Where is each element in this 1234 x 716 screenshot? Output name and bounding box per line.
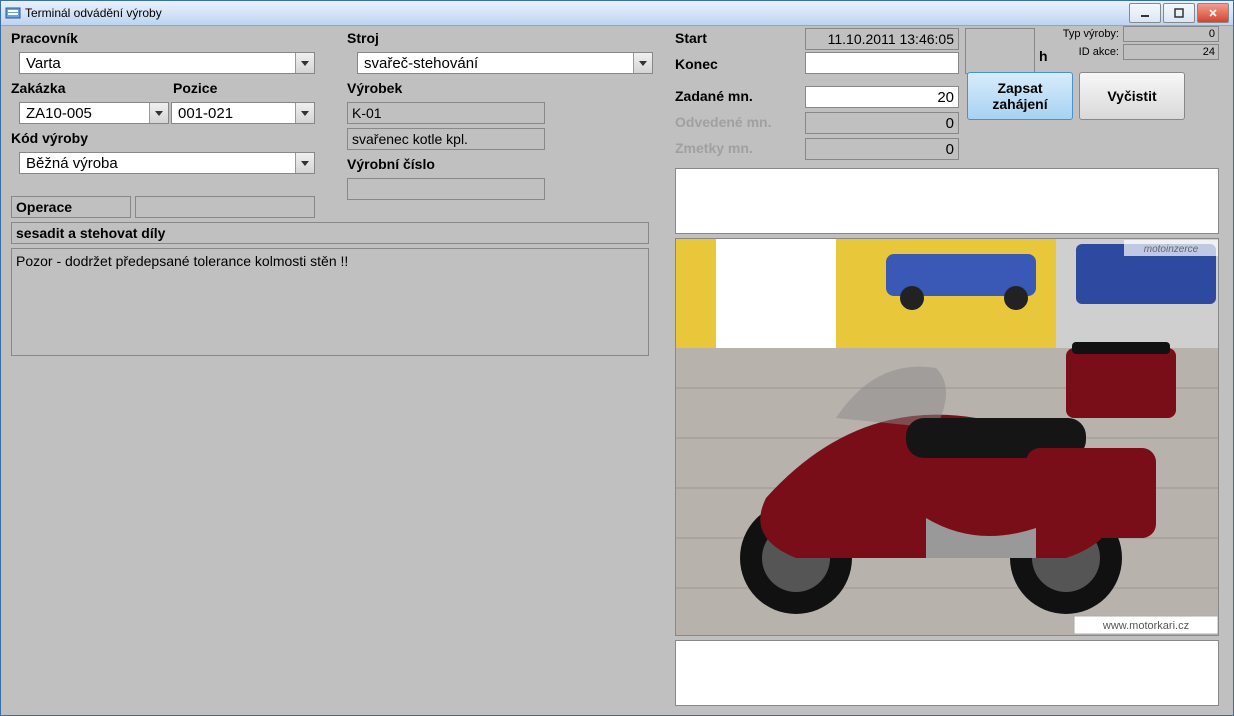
operace-field xyxy=(135,196,315,218)
maximize-button[interactable] xyxy=(1163,3,1195,23)
vycistit-button[interactable]: Vyčistit xyxy=(1079,72,1185,120)
close-button[interactable] xyxy=(1197,3,1229,23)
window-title: Terminál odvádění výroby xyxy=(25,6,1127,20)
label-stroj: Stroj xyxy=(347,30,379,46)
svg-text:motoinzerce: motoinzerce xyxy=(1144,244,1199,255)
chevron-down-icon xyxy=(295,153,314,173)
product-image: www.motorkari.cz motoinzerce xyxy=(676,238,1218,636)
image-frame-bottom xyxy=(675,640,1219,706)
label-kod-vyroby: Kód výroby xyxy=(11,130,88,146)
stroj-value: svařeč-stehování xyxy=(358,55,633,72)
zapsat-button[interactable]: Zapsatzahájení xyxy=(967,72,1073,120)
label-start: Start xyxy=(675,30,707,46)
pozice-value: 001-021 xyxy=(172,105,295,122)
zakazka-value: ZA10-005 xyxy=(20,105,149,122)
vyrobek-desc-field: svařenec kotle kpl. xyxy=(347,128,545,150)
zapsat-label: Zapsatzahájení xyxy=(992,80,1047,112)
pozice-combo[interactable]: 001-021 xyxy=(171,102,315,124)
zadane-value: 20 xyxy=(937,89,954,106)
label-odvedene: Odvedené mn. xyxy=(675,114,771,130)
label-id-akce: ID akce: xyxy=(1059,46,1119,58)
typ-vyroby-value: 0 xyxy=(1123,26,1219,42)
label-vyrobni-cislo: Výrobní číslo xyxy=(347,156,435,172)
label-zmetky: Zmetky mn. xyxy=(675,140,753,156)
operation-name-box: sesadit a stehovat díly xyxy=(11,222,649,244)
label-konec: Konec xyxy=(675,56,718,72)
label-zakazka: Zakázka xyxy=(11,80,65,96)
odvedene-field: 0 xyxy=(805,112,959,134)
form-body: Pracovník Varta Stroj svařeč-stehování Z… xyxy=(1,26,1233,716)
titlebar: Terminál odvádění výroby xyxy=(1,1,1233,26)
chevron-down-icon xyxy=(295,103,314,123)
vyrobni-cislo-field[interactable] xyxy=(347,178,545,200)
vyrobek-value: K-01 xyxy=(352,105,382,121)
kod-vyroby-value: Běžná výroba xyxy=(20,155,295,172)
window-controls xyxy=(1127,3,1229,23)
label-pracovnik: Pracovník xyxy=(11,30,78,46)
start-value: 11.10.2011 13:46:05 xyxy=(805,28,959,50)
stroj-combo[interactable]: svařeč-stehování xyxy=(357,52,653,74)
vyrobek-desc-value: svařenec kotle kpl. xyxy=(352,131,468,147)
konec-field[interactable] xyxy=(805,52,959,74)
id-akce-value: 24 xyxy=(1123,44,1219,60)
app-window: Terminál odvádění výroby Pracovník Varta… xyxy=(0,0,1234,716)
operation-name: sesadit a stehovat díly xyxy=(16,225,165,241)
label-operace-box: Operace xyxy=(11,196,131,218)
image-frame-top xyxy=(675,168,1219,234)
label-h: h xyxy=(1039,48,1048,64)
label-vyrobek: Výrobek xyxy=(347,80,402,96)
zakazka-combo[interactable]: ZA10-005 xyxy=(19,102,169,124)
vyrobek-field: K-01 xyxy=(347,102,545,124)
chevron-down-icon xyxy=(149,103,168,123)
kod-vyroby-combo[interactable]: Běžná výroba xyxy=(19,152,315,174)
label-typ-vyroby: Typ výroby: xyxy=(1059,28,1119,40)
pracovnik-value: Varta xyxy=(20,55,295,72)
chevron-down-icon xyxy=(295,53,314,73)
minimize-button[interactable] xyxy=(1129,3,1161,23)
image-frame-main: www.motorkari.cz motoinzerce xyxy=(675,238,1219,636)
zmetky-field: 0 xyxy=(805,138,959,160)
label-operace: Operace xyxy=(16,199,72,215)
svg-text:www.motorkari.cz: www.motorkari.cz xyxy=(1102,620,1189,632)
note-box: Pozor - dodržet předepsané tolerance kol… xyxy=(11,248,649,356)
app-icon xyxy=(5,5,21,21)
zadane-field[interactable]: 20 xyxy=(805,86,959,108)
note-text: Pozor - dodržet předepsané tolerance kol… xyxy=(16,253,348,269)
label-pozice: Pozice xyxy=(173,80,217,96)
pracovnik-combo[interactable]: Varta xyxy=(19,52,315,74)
hours-box xyxy=(965,28,1035,74)
label-zadane: Zadané mn. xyxy=(675,88,753,104)
vycistit-label: Vyčistit xyxy=(1107,88,1156,104)
chevron-down-icon xyxy=(633,53,652,73)
